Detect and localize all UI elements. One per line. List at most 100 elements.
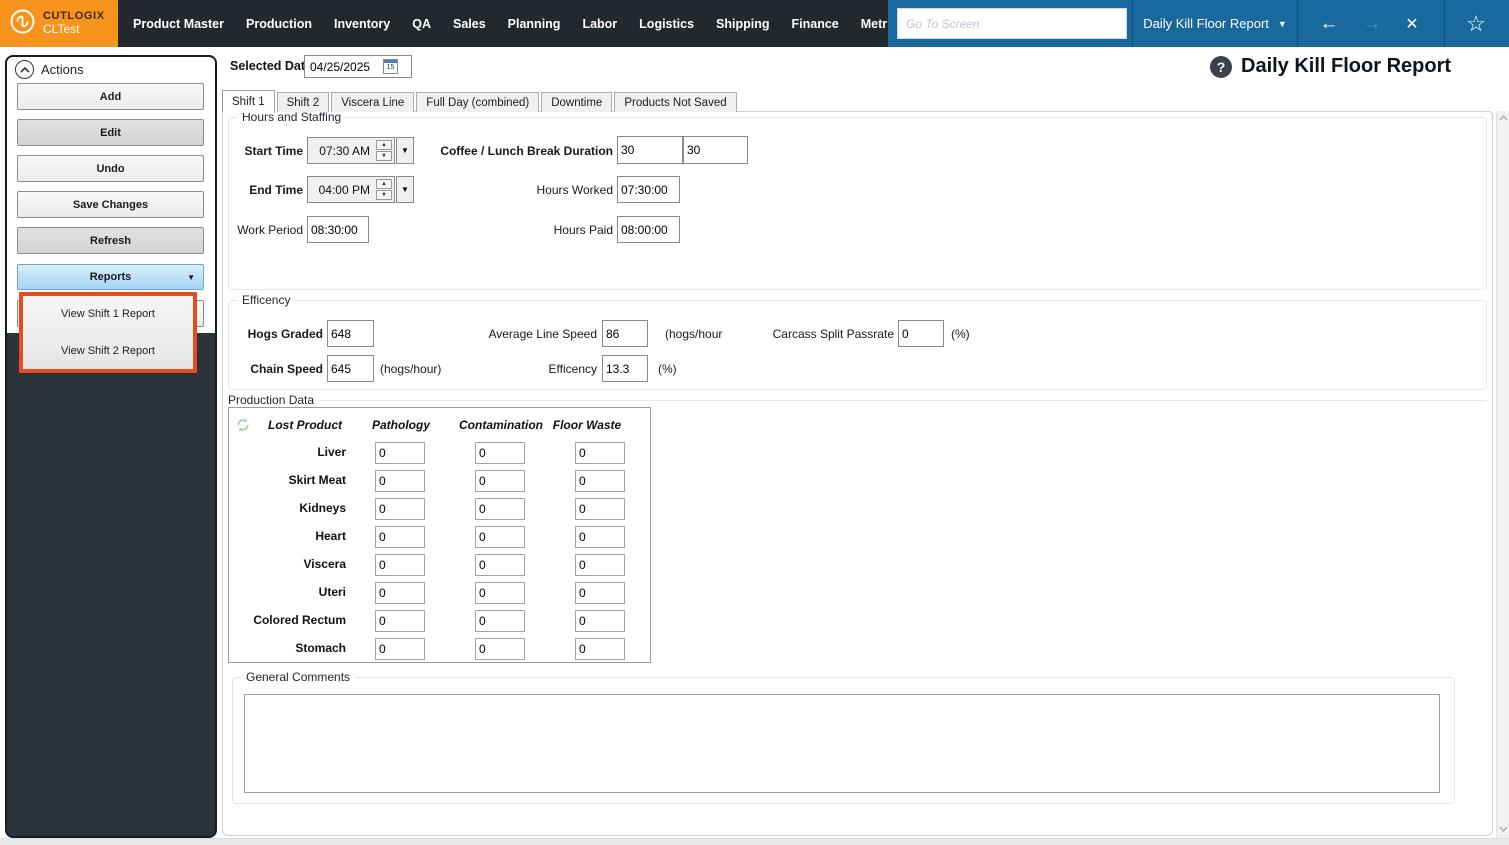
floor-waste-input[interactable] xyxy=(575,610,625,632)
floor-waste-input[interactable] xyxy=(575,470,625,492)
contamination-input[interactable] xyxy=(475,526,525,548)
tab-viscera-line[interactable]: Viscera Line xyxy=(331,92,415,112)
spinner-up-icon[interactable]: ▲ xyxy=(376,140,392,150)
hours-paid-input[interactable] xyxy=(617,216,680,243)
pathology-input[interactable] xyxy=(375,526,425,548)
break-duration-input-1[interactable] xyxy=(617,136,683,164)
save-changes-button[interactable]: Save Changes xyxy=(17,191,204,218)
efficiency-legend: Efficency xyxy=(237,293,296,307)
end-time-value: 04:00 PM xyxy=(318,183,370,197)
menu-labor[interactable]: Labor xyxy=(571,17,628,31)
help-icon[interactable]: ? xyxy=(1210,55,1232,78)
selected-date-input[interactable] xyxy=(305,59,383,74)
contamination-input[interactable] xyxy=(475,638,525,660)
menu-finance[interactable]: Finance xyxy=(781,17,850,31)
tab-strip: Shift 1 Shift 2 Viscera Line Full Day (c… xyxy=(222,89,737,113)
table-row-heart: Heart xyxy=(228,526,651,548)
separator xyxy=(1444,0,1445,47)
pathology-input[interactable] xyxy=(375,582,425,604)
end-time-picker[interactable]: 04:00 PM ▲ ▼ xyxy=(307,176,395,203)
selected-date-label: Selected Date xyxy=(230,59,312,73)
contamination-input[interactable] xyxy=(475,498,525,520)
collapse-chevron-icon[interactable] xyxy=(15,60,34,79)
row-label: Skirt Meat xyxy=(288,473,346,487)
break-duration-label: Coffee / Lunch Break Duration xyxy=(440,144,613,158)
pathology-input[interactable] xyxy=(375,554,425,576)
spinner-down-icon[interactable]: ▼ xyxy=(376,190,392,200)
efficency-input[interactable] xyxy=(602,355,648,382)
end-time-dropdown-icon[interactable]: ▼ xyxy=(396,176,414,203)
date-picker[interactable]: 15 xyxy=(304,55,412,78)
hogs-graded-input[interactable] xyxy=(327,320,374,347)
add-button[interactable]: Add xyxy=(17,83,204,110)
hours-worked-input[interactable] xyxy=(617,176,680,203)
general-comments-textarea[interactable] xyxy=(244,694,1440,793)
pathology-input[interactable] xyxy=(375,610,425,632)
start-time-value: 07:30 AM xyxy=(319,144,370,158)
table-row-stomach: Stomach xyxy=(228,638,651,660)
tab-products-not-saved[interactable]: Products Not Saved xyxy=(614,92,737,112)
floor-waste-input[interactable] xyxy=(575,526,625,548)
menu-item-view-shift-2-report[interactable]: View Shift 2 Report xyxy=(23,333,193,370)
start-time-picker[interactable]: 07:30 AM ▲ ▼ xyxy=(307,137,395,164)
pathology-input[interactable] xyxy=(375,638,425,660)
pathology-input[interactable] xyxy=(375,470,425,492)
screen-selector-dropdown[interactable]: Daily Kill Floor Report ▼ xyxy=(1134,0,1296,47)
row-label: Stomach xyxy=(295,641,346,655)
menu-planning[interactable]: Planning xyxy=(497,17,572,31)
menu-shipping[interactable]: Shipping xyxy=(705,17,780,31)
vertical-scrollbar[interactable] xyxy=(1496,111,1509,838)
menu-sales[interactable]: Sales xyxy=(442,17,497,31)
floor-waste-input[interactable] xyxy=(575,638,625,660)
spinner-down-icon[interactable]: ▼ xyxy=(376,151,392,161)
floor-waste-input[interactable] xyxy=(575,582,625,604)
horizontal-scrollbar[interactable] xyxy=(0,838,1509,845)
end-time-label: End Time xyxy=(249,183,303,197)
contamination-input[interactable] xyxy=(475,610,525,632)
carcass-split-passrate-input[interactable] xyxy=(898,320,944,347)
calendar-icon[interactable]: 15 xyxy=(383,59,398,74)
menu-item-view-shift-1-report[interactable]: View Shift 1 Report xyxy=(23,296,193,333)
efficency-unit: (%) xyxy=(658,362,677,376)
screen-selector-label: Daily Kill Floor Report xyxy=(1143,16,1269,31)
pathology-input[interactable] xyxy=(375,498,425,520)
hogs-graded-label: Hogs Graded xyxy=(247,327,323,341)
average-line-speed-label: Average Line Speed xyxy=(488,327,597,341)
back-arrow-icon[interactable]: ← xyxy=(1312,0,1346,47)
contamination-input[interactable] xyxy=(475,554,525,576)
go-to-screen-input[interactable] xyxy=(897,8,1127,39)
menu-inventory[interactable]: Inventory xyxy=(323,17,401,31)
break-duration-input-2[interactable] xyxy=(683,136,748,164)
spinner-up-icon[interactable]: ▲ xyxy=(376,179,392,189)
edit-button[interactable]: Edit xyxy=(17,119,204,146)
contamination-input[interactable] xyxy=(475,582,525,604)
refresh-button[interactable]: Refresh xyxy=(17,227,204,254)
menu-product-master[interactable]: Product Master xyxy=(122,17,235,31)
top-navigation-bar: CUTLOGIX CLTest Product Master Productio… xyxy=(0,0,1509,47)
favorite-star-icon[interactable]: ☆ xyxy=(1459,0,1493,47)
undo-button[interactable]: Undo xyxy=(17,155,204,182)
floor-waste-input[interactable] xyxy=(575,498,625,520)
contamination-input[interactable] xyxy=(475,470,525,492)
floor-waste-input[interactable] xyxy=(575,554,625,576)
carcass-split-passrate-unit: (%) xyxy=(951,327,970,341)
close-icon[interactable]: ✕ xyxy=(1395,0,1429,47)
reports-button[interactable]: Reports ▼ xyxy=(17,264,204,290)
forward-arrow-icon[interactable]: → xyxy=(1355,0,1389,47)
app-logo: CUTLOGIX CLTest xyxy=(0,0,118,47)
average-line-speed-input[interactable] xyxy=(602,320,648,347)
menu-logistics[interactable]: Logistics xyxy=(628,17,705,31)
refresh-icon[interactable] xyxy=(235,417,251,438)
contamination-input[interactable] xyxy=(475,442,525,464)
pathology-input[interactable] xyxy=(375,442,425,464)
work-period-input[interactable] xyxy=(307,216,369,243)
menu-production[interactable]: Production xyxy=(235,17,323,31)
menu-qa[interactable]: QA xyxy=(401,17,442,31)
chain-speed-input[interactable] xyxy=(327,355,374,382)
tab-shift-1[interactable]: Shift 1 xyxy=(222,90,275,113)
tab-shift-2[interactable]: Shift 2 xyxy=(276,92,330,112)
tab-full-day-combined[interactable]: Full Day (combined) xyxy=(416,92,540,112)
floor-waste-input[interactable] xyxy=(575,442,625,464)
table-row-uteri: Uteri xyxy=(228,582,651,604)
tab-downtime[interactable]: Downtime xyxy=(541,92,613,112)
